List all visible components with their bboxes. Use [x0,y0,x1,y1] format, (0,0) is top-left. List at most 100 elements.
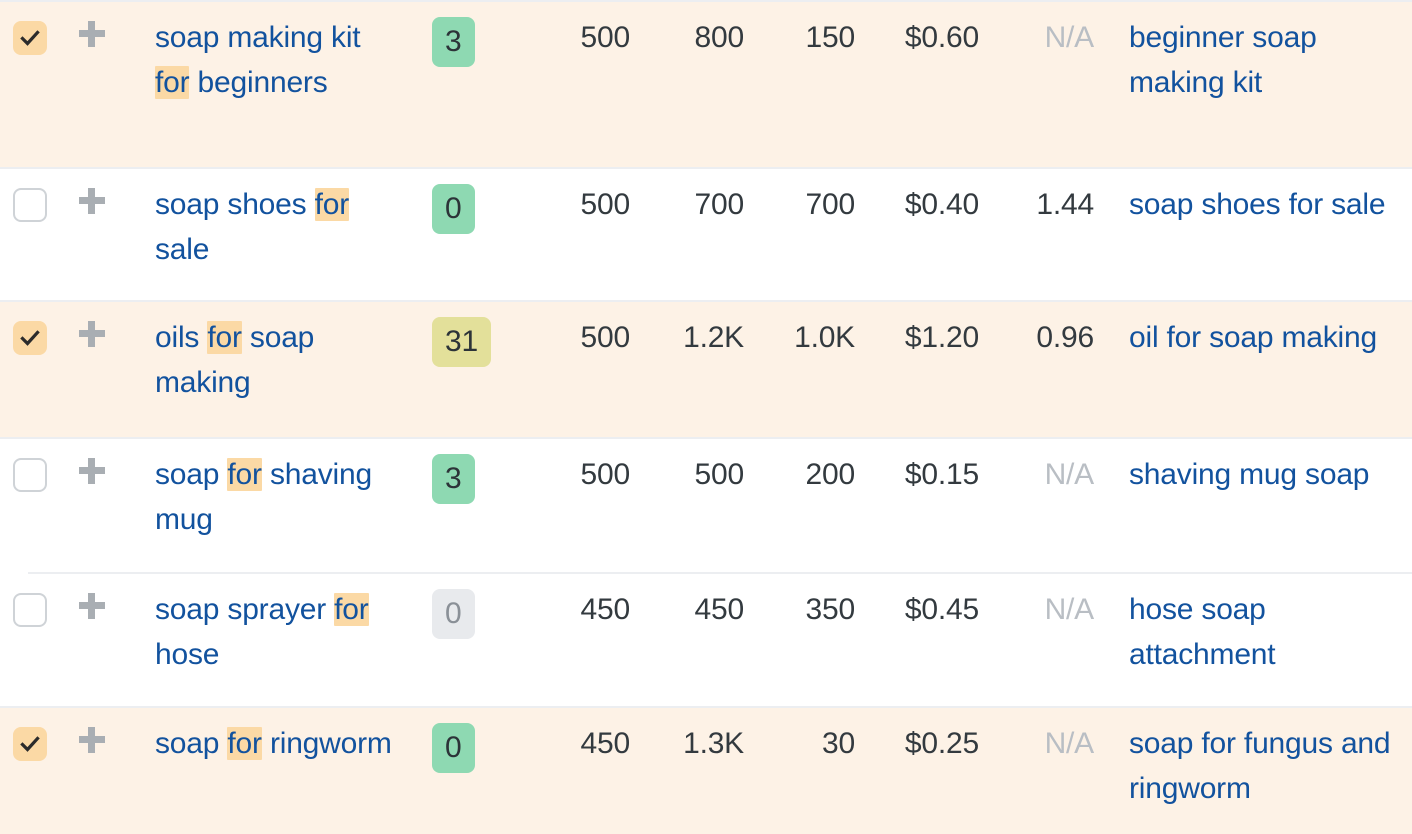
clicks-cell: 700 [694,188,745,221]
keyword-text: sale [155,233,210,266]
difficulty-cell: 0 [400,587,512,639]
cpc-volume-cell: 1.0K [794,321,855,354]
keyword-cell: soap for shaving mug [124,452,400,542]
table-row[interactable]: soap shoes for sale 0 500 700 700 $0.40 1.44 so… [0,169,1412,302]
checkbox-checked-icon[interactable] [13,321,47,355]
parent-topic-cell: hose soap attachment [1094,587,1412,677]
parent-topic-link[interactable]: beginner soap making kit [1129,21,1317,99]
keyword-cell: soap making kit for beginners [124,15,400,105]
plus-icon[interactable] [79,593,105,619]
table-row[interactable]: soap for ringworm 0 450 1.3K 30 $0.25 N/A soap … [0,708,1412,834]
keyword-cell: soap shoes for sale [124,182,400,272]
keyword-term-highlight: for [314,188,349,221]
plus-icon[interactable] [79,458,105,484]
table-row[interactable]: soap making kit for beginners 3 500 800 150 $… [0,2,1412,169]
keyword-cell: soap for ringworm [124,721,400,766]
cpc-cell: $0.45 [904,593,979,626]
difficulty-cell: 0 [400,721,512,773]
cpc-volume-cell: 350 [805,593,856,626]
cps-cell: N/A [1044,21,1095,54]
cpc-cell: $0.15 [904,458,979,491]
volume-cell: 450 [580,593,631,626]
cpc-cell: $0.25 [904,727,979,760]
add-keyword-cell [60,315,124,347]
cpc-volume-cell: 30 [822,727,855,760]
plus-icon[interactable] [79,21,105,47]
cps-cell: N/A [1044,727,1095,760]
difficulty-cell: 0 [400,182,512,234]
table-row[interactable]: soap sprayer for hose 0 450 450 350 $0.45 N/A h… [0,574,1412,708]
plus-icon[interactable] [79,727,105,753]
table-row[interactable]: oils for soap making 31 500 1.2K 1.0K $1.20 0.… [0,302,1412,439]
difficulty-cell: 31 [400,315,512,367]
keyword-text: soap shoes [155,188,315,221]
row-select-cell [0,452,60,492]
difficulty-badge: 0 [432,184,475,234]
add-keyword-cell [60,182,124,214]
keyword-link[interactable]: soap sprayer for hose [155,593,369,671]
cpc-cell: $0.40 [904,188,979,221]
add-keyword-cell [60,452,124,484]
cpc-volume-cell: 150 [805,21,856,54]
cps-cell: 1.44 [1036,188,1094,221]
keyword-text: soap sprayer [155,593,335,626]
cps-cell: N/A [1044,593,1095,626]
parent-topic-link[interactable]: hose soap attachment [1129,593,1276,671]
parent-topic-link[interactable]: shaving mug soap [1129,458,1369,491]
cps-cell: N/A [1044,458,1095,491]
keyword-link[interactable]: oils for soap making [155,321,314,399]
keyword-text: hose [155,638,220,671]
clicks-cell: 1.3K [683,727,744,760]
row-select-cell [0,587,60,627]
volume-cell: 500 [580,321,631,354]
add-keyword-cell [60,15,124,47]
plus-icon[interactable] [79,188,105,214]
keyword-link[interactable]: soap for ringworm [155,727,392,760]
parent-topic-link[interactable]: oil for soap making [1129,321,1377,354]
cpc-volume-cell: 200 [805,458,856,491]
parent-topic-cell: shaving mug soap [1094,452,1412,497]
keyword-term-highlight: for [227,727,262,760]
difficulty-badge: 3 [432,17,475,67]
keyword-text: beginners [189,66,328,99]
keyword-link[interactable]: soap making kit for beginners [155,21,361,99]
parent-topic-cell: soap for fungus and ringworm [1094,721,1412,811]
volume-cell: 500 [580,188,631,221]
parent-topic-cell: oil for soap making [1094,315,1412,360]
add-keyword-cell [60,587,124,619]
difficulty-cell: 3 [400,15,512,67]
checkbox-checked-icon[interactable] [13,727,47,761]
difficulty-badge: 0 [432,589,475,639]
keyword-text: soap making kit [155,21,361,54]
add-keyword-cell [60,721,124,753]
parent-topic-cell: beginner soap making kit [1094,15,1412,105]
keyword-term-highlight: for [334,593,369,626]
clicks-cell: 800 [694,21,745,54]
plus-icon[interactable] [79,321,105,347]
keyword-link[interactable]: soap shoes for sale [155,188,349,266]
checkbox-unchecked-icon[interactable] [13,458,47,492]
volume-cell: 500 [580,458,631,491]
clicks-cell: 500 [694,458,745,491]
keyword-term-highlight: for [227,458,262,491]
parent-topic-link[interactable]: soap for fungus and ringworm [1129,727,1391,805]
keyword-text: soap [155,727,228,760]
difficulty-cell: 3 [400,452,512,504]
keyword-text: oils [155,321,208,354]
keyword-link[interactable]: soap for shaving mug [155,458,372,536]
checkbox-unchecked-icon[interactable] [13,188,47,222]
volume-cell: 450 [580,727,631,760]
keyword-term-highlight: for [207,321,242,354]
clicks-cell: 450 [694,593,745,626]
checkbox-unchecked-icon[interactable] [13,593,47,627]
parent-topic-link[interactable]: soap shoes for sale [1129,188,1386,221]
table-row[interactable]: soap for shaving mug 3 500 500 200 $0.15 N/A sh… [0,439,1412,574]
checkbox-checked-icon[interactable] [13,21,47,55]
cpc-volume-cell: 700 [805,188,856,221]
volume-cell: 500 [580,21,631,54]
row-select-cell [0,315,60,355]
keyword-cell: oils for soap making [124,315,400,405]
cps-cell: 0.96 [1036,321,1094,354]
keyword-cell: soap sprayer for hose [124,587,400,677]
row-select-cell [0,182,60,222]
